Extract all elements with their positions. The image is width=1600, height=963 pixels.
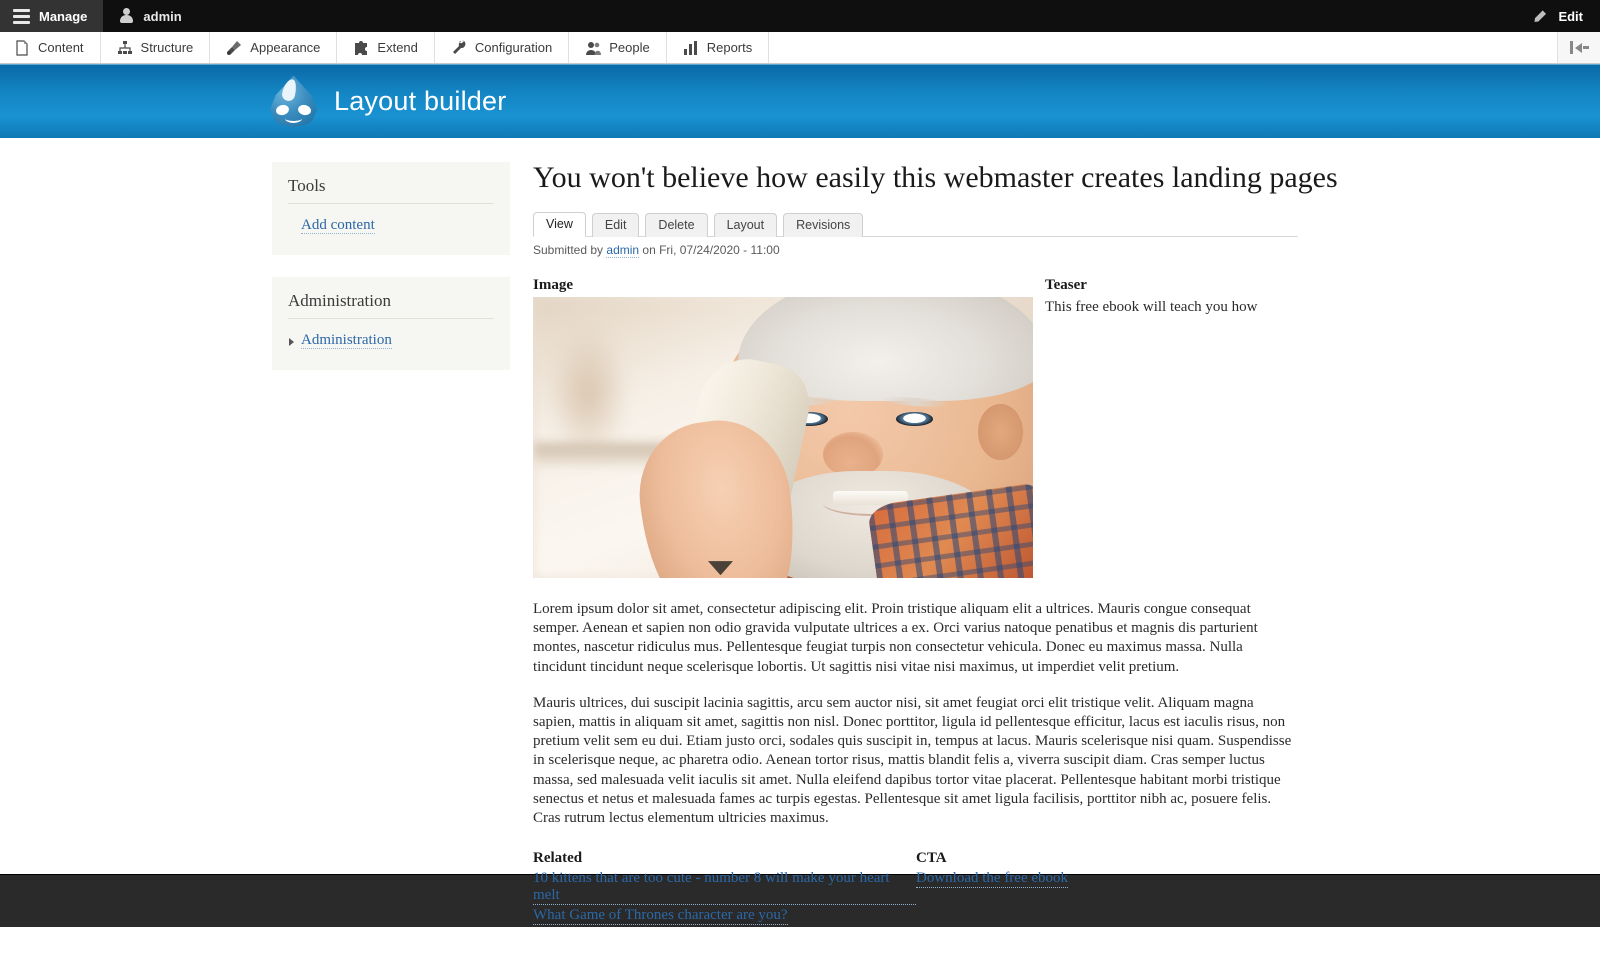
related-link[interactable]: What Game of Thrones character are you? xyxy=(533,907,788,926)
toolbar-user-label: admin xyxy=(143,8,182,24)
submitted-author-link[interactable]: admin xyxy=(606,243,640,258)
wrench-icon xyxy=(451,40,467,56)
site-name: Layout builder xyxy=(334,86,507,116)
related-link[interactable]: 10 kittens that are too cute - number 8 … xyxy=(533,870,916,906)
list-item: Add content xyxy=(288,213,494,237)
toolbar-user-account[interactable]: admin xyxy=(103,0,199,32)
admin-toolbar: Manage admin Edit Content Structure Appe… xyxy=(0,0,1600,64)
field-teaser: Teaser This free ebook will teach you ho… xyxy=(1045,277,1298,578)
menu-item-appearance-label: Appearance xyxy=(250,40,321,55)
menu-item-configuration[interactable]: Configuration xyxy=(435,32,570,63)
pencil-icon xyxy=(1535,9,1550,24)
field-cta-label: CTA xyxy=(916,850,947,867)
field-image: Image xyxy=(533,277,1033,578)
bar-chart-icon xyxy=(683,40,699,56)
toolbar-manage-tab[interactable]: Manage xyxy=(0,0,104,32)
tab-edit[interactable]: Edit xyxy=(591,213,640,237)
menu-item-appearance[interactable]: Appearance xyxy=(210,32,338,63)
block-tools-list: Add content xyxy=(288,213,494,237)
menu-item-extend-label: Extend xyxy=(377,40,418,55)
field-cta: CTA Download the free ebook xyxy=(916,850,1298,927)
toolbar-manage-label: Manage xyxy=(39,8,88,24)
sidebar-link-administration[interactable]: Administration xyxy=(301,332,392,349)
paintbrush-icon xyxy=(226,40,242,56)
sidebar-region: Tools Add content Administration Adminis… xyxy=(272,162,510,392)
block-administration-list: Administration xyxy=(288,328,494,352)
fields-top-row: Image Teaser This free ebook will teach … xyxy=(533,277,1298,578)
toolbar-collapse-button[interactable] xyxy=(1558,32,1600,63)
menu-item-structure[interactable]: Structure xyxy=(101,32,211,63)
fields-bottom-row: Related 10 kittens that are too cute - n… xyxy=(533,850,1298,927)
field-teaser-value: This free ebook will teach you how xyxy=(1045,299,1258,315)
field-image-label: Image xyxy=(533,277,573,293)
node-tabs: View Edit Delete Layout Revisions xyxy=(533,211,1298,237)
node-image xyxy=(533,297,1033,578)
drupal-droplet-icon xyxy=(270,75,317,128)
menu-item-reports[interactable]: Reports xyxy=(667,32,770,63)
list-item: Administration xyxy=(288,328,494,352)
menu-item-people[interactable]: People xyxy=(569,32,667,63)
tab-view[interactable]: View xyxy=(533,212,586,237)
cta-link[interactable]: Download the free ebook xyxy=(916,870,1069,889)
toolbar-edit-button[interactable]: Edit xyxy=(1518,0,1600,32)
puzzle-piece-icon xyxy=(353,40,369,56)
collapse-sidebar-icon xyxy=(1569,41,1589,54)
toolbar-top-bar: Manage admin Edit xyxy=(0,0,1600,32)
toolbar-menu-spacer xyxy=(769,32,1558,63)
tab-delete[interactable]: Delete xyxy=(645,213,708,237)
block-tools-title: Tools xyxy=(288,176,494,204)
sitemap-icon xyxy=(117,40,133,56)
menu-item-structure-label: Structure xyxy=(140,40,194,55)
field-teaser-label: Teaser xyxy=(1045,277,1087,293)
submitted-prefix: Submitted by xyxy=(533,243,604,257)
body-paragraph: Mauris ultrices, dui suscipit lacinia sa… xyxy=(533,694,1292,826)
main-content-region: You won't believe how easily this webmas… xyxy=(533,160,1338,927)
field-related-label: Related xyxy=(533,850,583,867)
menu-item-extend[interactable]: Extend xyxy=(337,32,435,63)
document-icon xyxy=(14,39,30,56)
people-icon xyxy=(585,40,602,56)
person-icon xyxy=(119,8,134,24)
sidebar-link-add-content[interactable]: Add content xyxy=(301,217,375,234)
node-body: Lorem ipsum dolor sit amet, consectetur … xyxy=(533,600,1298,828)
tab-revisions[interactable]: Revisions xyxy=(783,213,864,237)
menu-item-reports-label: Reports xyxy=(706,40,753,55)
site-branding[interactable]: Layout builder xyxy=(270,75,507,128)
block-administration-title: Administration xyxy=(288,291,494,319)
menu-item-people-label: People xyxy=(609,40,650,55)
tab-layout[interactable]: Layout xyxy=(713,213,778,237)
hamburger-icon xyxy=(13,8,30,24)
page-body: Tools Add content Administration Adminis… xyxy=(0,138,1600,926)
menu-item-configuration-label: Configuration xyxy=(474,40,553,55)
menu-item-content-label: Content xyxy=(38,40,84,55)
block-administration: Administration Administration xyxy=(272,277,510,370)
block-tools: Tools Add content xyxy=(272,162,510,255)
toolbar-menu-bar: Content Structure Appearance Extend Conf xyxy=(0,32,1600,64)
field-related: Related 10 kittens that are too cute - n… xyxy=(533,850,916,927)
site-header: Layout builder xyxy=(0,64,1600,138)
toolbar-edit-label: Edit xyxy=(1558,8,1583,24)
submitted-suffix: on Fri, 07/24/2020 - 11:00 xyxy=(642,243,780,257)
page-title: You won't believe how easily this webmas… xyxy=(533,161,1338,194)
node-submitted-meta: Submitted by admin on Fri, 07/24/2020 - … xyxy=(533,243,1298,258)
body-paragraph: Lorem ipsum dolor sit amet, consectetur … xyxy=(533,601,1258,675)
menu-item-content[interactable]: Content xyxy=(0,32,101,63)
